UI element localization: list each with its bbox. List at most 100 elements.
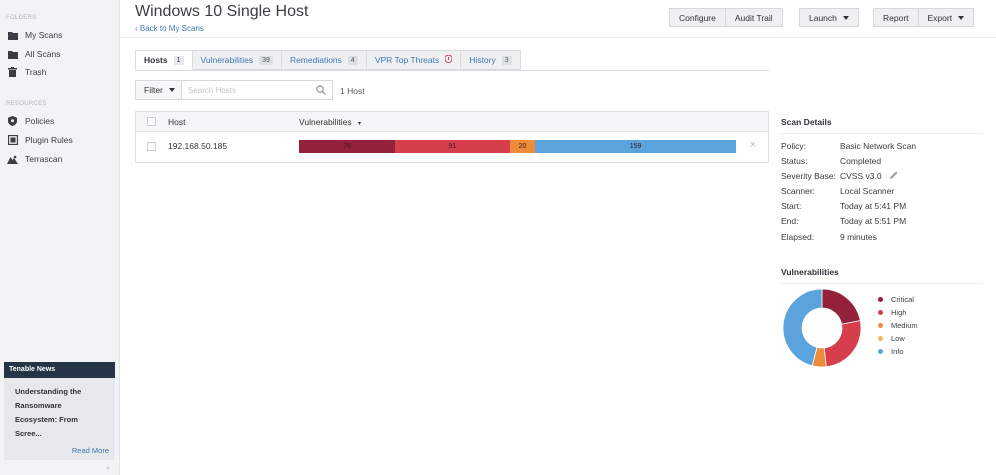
- folder-icon: [7, 49, 18, 60]
- legend-item-high[interactable]: High: [878, 306, 918, 319]
- news-headline[interactable]: Understanding the Ransomware Ecosystem: …: [4, 378, 115, 441]
- close-icon[interactable]: ×: [750, 139, 756, 151]
- legend-swatch: [878, 349, 883, 354]
- chevron-down-icon: [842, 15, 849, 20]
- news-headline-line: Understanding the: [15, 387, 82, 396]
- tab-vulnerabilities[interactable]: Vulnerabilities 39: [192, 50, 282, 70]
- select-all-checkbox[interactable]: [147, 117, 156, 126]
- legend-item-critical[interactable]: Critical: [878, 293, 918, 306]
- sidebar-item-my-scans[interactable]: My Scans: [7, 28, 62, 42]
- legend-swatch: [878, 297, 883, 302]
- sidebar-item-all-scans[interactable]: All Scans: [7, 47, 60, 61]
- tab-label: Vulnerabilities: [200, 55, 254, 65]
- detail-severity-base: Severity Base: CVSS v3.0: [781, 171, 911, 183]
- legend-label: Info: [891, 347, 904, 356]
- launch-button[interactable]: Launch: [799, 8, 859, 27]
- tab-count: 3: [501, 55, 512, 65]
- column-header-label: Vulnerabilities: [299, 117, 352, 127]
- sidebar-item-trash[interactable]: Trash: [7, 65, 46, 79]
- configure-audit-button-group: Configure Audit Trail: [669, 8, 783, 27]
- audit-trail-button[interactable]: Audit Trail: [724, 9, 782, 26]
- severity-segment-high[interactable]: 91: [394, 140, 510, 153]
- sidebar-item-terrascan[interactable]: Terrascan: [7, 152, 62, 166]
- legend-swatch: [878, 323, 883, 328]
- severity-segment-info[interactable]: 159: [535, 140, 736, 153]
- legend-label: Medium: [891, 321, 918, 330]
- news-headline-line: Ransomware: [15, 401, 62, 410]
- export-button[interactable]: Export: [917, 9, 974, 26]
- sidebar-item-label: Policies: [25, 116, 55, 126]
- report-button[interactable]: Report: [874, 9, 918, 26]
- severity-bar[interactable]: 76 91 20 159: [299, 140, 736, 153]
- tab-hosts[interactable]: Hosts 1: [135, 50, 193, 70]
- detail-value: 9 minutes: [840, 232, 877, 242]
- app-root: FOLDERS My Scans All Scans Trash RESOURC…: [0, 0, 996, 475]
- detail-label: Scanner:: [781, 186, 816, 196]
- pencil-icon[interactable]: [890, 171, 898, 181]
- vpr-shield-icon: [444, 54, 453, 65]
- news-title: Tenable News: [4, 362, 115, 378]
- plugin-rules-icon: [7, 135, 18, 146]
- sidebar-item-policies[interactable]: Policies: [7, 114, 54, 128]
- sidebar-item-plugin-rules[interactable]: Plugin Rules: [7, 133, 73, 147]
- detail-value: Completed: [840, 156, 882, 166]
- severity-segment-critical[interactable]: 76: [299, 140, 395, 153]
- back-to-my-scans-link[interactable]: ‹ Back to My Scans: [135, 24, 204, 33]
- table-row[interactable]: 192.168.50.185 76 91 20 159 ×: [136, 132, 768, 162]
- launch-button-content: Launch: [800, 9, 858, 26]
- detail-label: Policy:: [781, 141, 807, 151]
- legend-label: Critical: [891, 295, 914, 304]
- detail-value: Today at 5:51 PM: [840, 216, 907, 226]
- detail-label: End:: [781, 216, 799, 226]
- trash-icon: [7, 67, 18, 78]
- tab-label: History: [469, 55, 496, 65]
- donut-slice-high[interactable]: [823, 320, 862, 368]
- detail-label: Status:: [781, 156, 808, 166]
- detail-value: Local Scanner: [840, 186, 895, 196]
- sidebar-item-label: Terrascan: [25, 154, 63, 164]
- chevron-down-icon: [958, 15, 965, 20]
- scan-details-title: Scan Details: [781, 117, 832, 127]
- sidebar-item-label: Trash: [25, 67, 47, 77]
- legend-item-info[interactable]: Info: [878, 345, 918, 358]
- vulnerabilities-chart-title: Vulnerabilities: [781, 267, 839, 277]
- header-divider: [120, 37, 996, 38]
- tab-label: VPR Top Threats: [374, 55, 440, 65]
- column-header-vulnerabilities[interactable]: Vulnerabilities ▾: [299, 117, 361, 127]
- terrascan-icon: [7, 154, 18, 165]
- search-icon[interactable]: [316, 85, 326, 97]
- legend-label: High: [891, 308, 907, 317]
- severity-segment-medium[interactable]: 20: [509, 140, 536, 153]
- sidebar-item-label: Plugin Rules: [25, 135, 73, 145]
- legend-item-low[interactable]: Low: [878, 332, 918, 345]
- detail-label: Severity Base:: [781, 171, 836, 181]
- scan-tabs: Hosts 1 Vulnerabilities 39 Remediations …: [135, 50, 521, 70]
- row-checkbox[interactable]: [147, 142, 156, 151]
- detail-value: Today at 5:41 PM: [840, 201, 907, 211]
- news-headline-line: Ecosystem: From: [15, 415, 78, 424]
- detail-value: CVSS v3.0: [840, 171, 882, 181]
- vulnerabilities-donut-chart[interactable]: [781, 287, 863, 369]
- tab-count: 4: [347, 55, 358, 65]
- column-header-host[interactable]: Host: [168, 117, 185, 127]
- resources-heading: RESOURCES: [6, 101, 47, 107]
- legend-label: Low: [891, 334, 905, 343]
- legend-item-medium[interactable]: Medium: [878, 319, 918, 332]
- collapse-sidebar-button[interactable]: «: [106, 465, 110, 472]
- read-more-link[interactable]: Read More: [72, 446, 109, 455]
- tab-vpr-top-threats[interactable]: VPR Top Threats: [366, 50, 462, 70]
- export-label: Export: [927, 12, 953, 23]
- configure-button[interactable]: Configure: [670, 9, 725, 26]
- legend-swatch: [878, 310, 883, 315]
- folders-heading: FOLDERS: [6, 15, 37, 21]
- host-ip[interactable]: 192.168.50.185: [168, 141, 227, 151]
- tabs-divider: [135, 70, 769, 71]
- search-hosts-input[interactable]: [182, 81, 307, 99]
- filter-label: Filter: [144, 85, 163, 95]
- filter-button[interactable]: Filter: [135, 80, 182, 100]
- tab-remediations[interactable]: Remediations 4: [281, 50, 367, 70]
- donut-slice-critical[interactable]: [821, 288, 861, 325]
- tab-history[interactable]: History 3: [461, 50, 521, 70]
- detail-value: Basic Network Scan: [840, 141, 917, 151]
- hosts-table: Host Vulnerabilities ▾ 192.168.50.185 76…: [135, 111, 769, 163]
